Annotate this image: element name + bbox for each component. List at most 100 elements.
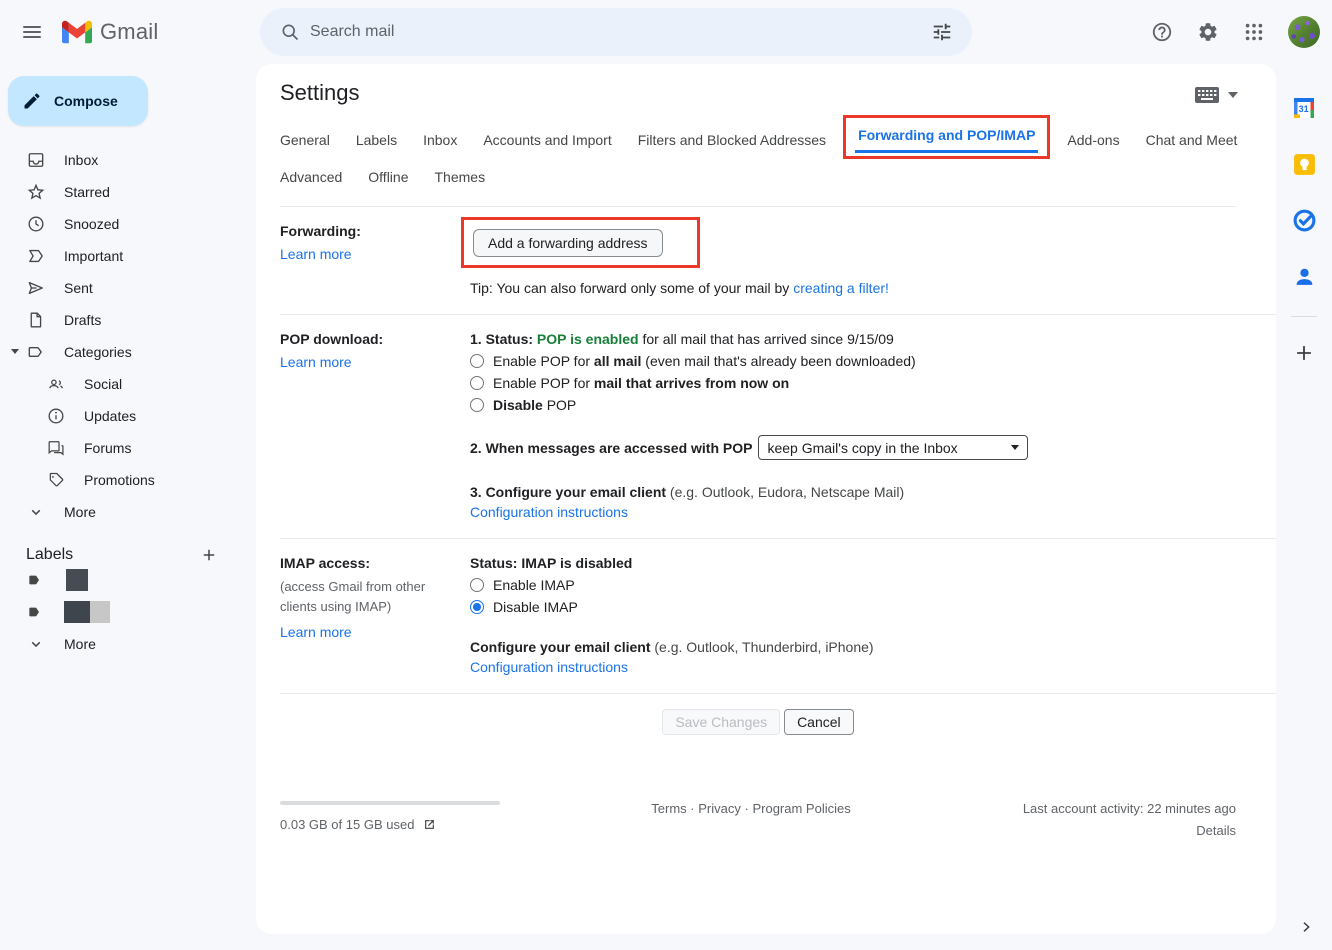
- hide-side-panel-button[interactable]: [1298, 919, 1314, 938]
- forum-icon: [46, 438, 66, 458]
- form-actions: Save Changes Cancel: [280, 694, 1236, 735]
- sidebar-item-drafts[interactable]: Drafts: [0, 304, 240, 336]
- sidebar-item-updates[interactable]: Updates: [0, 400, 240, 432]
- forwarding-learn-more-link[interactable]: Learn more: [280, 246, 352, 262]
- label-item-redacted-2[interactable]: [0, 596, 256, 628]
- tab-chat-and-meet[interactable]: Chat and Meet: [1146, 132, 1238, 148]
- sidebar-item-categories[interactable]: Categories: [0, 336, 240, 368]
- chevron-right-icon: [1298, 919, 1314, 935]
- tab-accounts-and-import[interactable]: Accounts and Import: [483, 132, 611, 148]
- radio-enable-pop-all-mail[interactable]: [470, 354, 484, 368]
- google-apps-button[interactable]: [1234, 12, 1274, 52]
- sidebar-item-promotions[interactable]: Promotions: [0, 464, 240, 496]
- sidebar-item-more[interactable]: More: [0, 496, 240, 528]
- apps-grid-icon: [1243, 21, 1265, 43]
- sidebar-item-important[interactable]: Important: [0, 240, 240, 272]
- categories-icon: [26, 342, 46, 362]
- pop-download-section: POP download: Learn more 1. Status: POP …: [280, 315, 1276, 539]
- pop-status-value: POP is enabled: [537, 331, 639, 347]
- terms-link[interactable]: Terms: [651, 801, 686, 816]
- main-menu-button[interactable]: [8, 8, 56, 56]
- creating-a-filter-link[interactable]: creating a filter!: [793, 280, 889, 296]
- sidebar-item-snoozed[interactable]: Snoozed: [0, 208, 240, 240]
- tab-forwarding-and-pop-imap[interactable]: Forwarding and POP/IMAP: [855, 127, 1038, 153]
- sidebar-item-forums[interactable]: Forums: [0, 432, 240, 464]
- important-icon: [26, 246, 46, 266]
- info-icon: [46, 406, 66, 426]
- calendar-panel-button[interactable]: 31: [1286, 90, 1322, 126]
- imap-learn-more-link[interactable]: Learn more: [280, 624, 352, 640]
- pop-download-label: POP download:: [280, 331, 383, 347]
- tab-filters-and-blocked-addresses[interactable]: Filters and Blocked Addresses: [638, 132, 826, 148]
- expander-arrow-icon[interactable]: [11, 349, 19, 354]
- send-icon: [26, 278, 46, 298]
- cancel-button[interactable]: Cancel: [784, 709, 854, 735]
- compose-button[interactable]: Compose: [8, 76, 148, 126]
- tab-general[interactable]: General: [280, 132, 330, 148]
- create-label-button[interactable]: [200, 546, 218, 564]
- imap-configuration-instructions-link[interactable]: Configuration instructions: [470, 659, 628, 675]
- radio-enable-pop-from-now[interactable]: [470, 376, 484, 390]
- compose-label: Compose: [54, 93, 118, 109]
- imap-configure-label: Configure your email client: [470, 639, 650, 655]
- gmail-m-icon: [62, 20, 92, 44]
- details-link[interactable]: Details: [1196, 823, 1236, 838]
- search-options-button[interactable]: [922, 12, 962, 52]
- contacts-icon: [1292, 264, 1317, 289]
- tab-themes[interactable]: Themes: [435, 169, 486, 185]
- pop-status-prefix: 1. Status:: [470, 331, 537, 347]
- contacts-panel-button[interactable]: [1286, 258, 1322, 294]
- redacted-label-text: [66, 569, 88, 591]
- sidebar-item-inbox[interactable]: Inbox: [0, 144, 240, 176]
- search-bar[interactable]: [260, 8, 972, 56]
- input-tools-selector[interactable]: [1194, 86, 1238, 104]
- labels-title: Labels: [26, 546, 73, 564]
- tab-labels[interactable]: Labels: [356, 132, 397, 148]
- keep-panel-button[interactable]: [1286, 146, 1322, 182]
- pop-learn-more-link[interactable]: Learn more: [280, 354, 352, 370]
- program-policies-link[interactable]: Program Policies: [752, 801, 850, 816]
- pop-configuration-instructions-link[interactable]: Configuration instructions: [470, 504, 628, 520]
- open-in-new-icon[interactable]: [422, 817, 437, 832]
- tag-icon: [46, 470, 66, 490]
- select-caret-icon: [1011, 445, 1019, 450]
- labels-more-item[interactable]: More: [0, 628, 240, 660]
- gear-icon: [1197, 21, 1219, 43]
- tasks-icon: [1292, 208, 1317, 233]
- tab-inbox[interactable]: Inbox: [423, 132, 457, 148]
- pop-action-select[interactable]: keep Gmail's copy in the Inbox: [758, 435, 1028, 460]
- keyboard-icon: [1194, 86, 1220, 104]
- sidebar-item-starred[interactable]: Starred: [0, 176, 240, 208]
- privacy-link[interactable]: Privacy: [698, 801, 741, 816]
- inbox-icon: [26, 150, 46, 170]
- save-changes-button[interactable]: Save Changes: [662, 709, 780, 735]
- star-icon: [26, 182, 46, 202]
- label-tag-icon: [26, 570, 46, 590]
- radio-disable-imap[interactable]: [470, 600, 484, 614]
- settings-button[interactable]: [1188, 12, 1228, 52]
- tab-offline[interactable]: Offline: [368, 169, 408, 185]
- forwarding-tip-text: Tip: You can also forward only some of y…: [470, 280, 793, 296]
- account-avatar[interactable]: [1288, 16, 1320, 48]
- search-input[interactable]: [310, 23, 922, 41]
- gmail-logo[interactable]: Gmail: [62, 19, 158, 45]
- tasks-panel-button[interactable]: [1286, 202, 1322, 238]
- sidebar-item-sent[interactable]: Sent: [0, 272, 240, 304]
- storage-text: 0.03 GB of 15 GB used: [280, 817, 414, 832]
- radio-disable-pop[interactable]: [470, 398, 484, 412]
- brand-text: Gmail: [100, 19, 158, 45]
- search-button[interactable]: [270, 12, 310, 52]
- footer-links: Terms · Privacy · Program Policies: [516, 801, 986, 816]
- tab-add-ons[interactable]: Add-ons: [1067, 132, 1119, 148]
- add-forwarding-address-button[interactable]: Add a forwarding address: [473, 229, 663, 257]
- sidebar-nav: Inbox Starred Snoozed Important Sent Dra…: [0, 144, 256, 528]
- label-item-redacted-1[interactable]: [0, 564, 256, 596]
- radio-enable-imap[interactable]: [470, 578, 484, 592]
- right-side-panel: 31: [1276, 64, 1332, 950]
- storage-meter: [280, 801, 500, 805]
- support-button[interactable]: [1142, 12, 1182, 52]
- sidebar-item-social[interactable]: Social: [0, 368, 240, 400]
- settings-tabs-row-1: General Labels Inbox Accounts and Import…: [280, 120, 1276, 160]
- get-add-ons-button[interactable]: [1286, 335, 1322, 371]
- tab-advanced[interactable]: Advanced: [280, 169, 342, 185]
